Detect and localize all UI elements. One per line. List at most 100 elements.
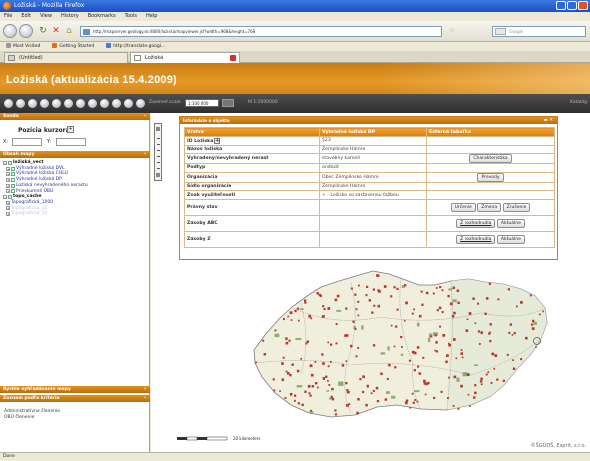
deposit-marker[interactable] bbox=[355, 308, 358, 311]
zoom-to-deposit-button[interactable]: + bbox=[214, 137, 221, 144]
menu-help[interactable]: Help bbox=[146, 12, 157, 21]
deposit-marker[interactable] bbox=[395, 325, 398, 328]
deposit-marker[interactable] bbox=[485, 373, 488, 376]
deposit-marker[interactable] bbox=[520, 301, 523, 304]
deposit-marker[interactable] bbox=[413, 369, 416, 372]
deposit-marker[interactable] bbox=[489, 323, 492, 326]
deposit-marker[interactable] bbox=[405, 301, 408, 305]
deposit-marker[interactable] bbox=[529, 294, 532, 297]
deposit-marker[interactable] bbox=[323, 307, 326, 311]
expand-icon[interactable]: + bbox=[6, 183, 10, 188]
deposit-marker[interactable] bbox=[466, 318, 469, 321]
deposit-marker[interactable] bbox=[304, 390, 307, 393]
deposit-marker[interactable] bbox=[345, 307, 348, 310]
y-coordinate-field[interactable] bbox=[56, 138, 86, 146]
deposit-marker[interactable] bbox=[354, 293, 357, 296]
determination-button[interactable]: Určenie bbox=[450, 202, 476, 212]
expand-icon[interactable]: + bbox=[6, 177, 10, 182]
deposit-marker[interactable] bbox=[282, 356, 285, 359]
deposit-marker[interactable] bbox=[446, 397, 449, 399]
characteristics-button[interactable]: Charakteristika bbox=[469, 154, 512, 163]
deposit-marker[interactable] bbox=[531, 319, 535, 323]
maximize-button[interactable] bbox=[567, 1, 577, 10]
deposit-marker[interactable] bbox=[310, 365, 313, 368]
deposit-marker[interactable] bbox=[384, 398, 388, 401]
deposit-marker[interactable] bbox=[491, 352, 495, 356]
deposit-marker[interactable] bbox=[255, 361, 257, 364]
deposit-marker[interactable] bbox=[294, 399, 296, 402]
deposit-marker[interactable] bbox=[453, 311, 456, 315]
layer-checkbox[interactable] bbox=[11, 172, 15, 177]
deposit-marker[interactable] bbox=[386, 377, 389, 380]
deposit-marker[interactable] bbox=[439, 325, 442, 328]
deposit-marker[interactable] bbox=[345, 360, 348, 363]
reserves-abc-current-button[interactable]: Aktuálne bbox=[496, 218, 525, 228]
deposit-marker[interactable] bbox=[451, 315, 455, 318]
deposit-marker[interactable] bbox=[400, 346, 403, 348]
deposit-marker[interactable] bbox=[331, 387, 334, 391]
layer-checkbox[interactable] bbox=[8, 160, 12, 165]
deposit-marker[interactable] bbox=[294, 394, 297, 397]
deposit-marker[interactable] bbox=[373, 304, 376, 307]
deposit-marker[interactable] bbox=[368, 299, 371, 302]
search-input[interactable]: Google bbox=[492, 26, 586, 37]
deposit-marker[interactable] bbox=[303, 299, 307, 302]
deposit-marker[interactable] bbox=[362, 375, 365, 379]
deposit-marker[interactable] bbox=[284, 397, 287, 399]
deposit-marker[interactable] bbox=[316, 292, 319, 295]
menu-history[interactable]: History bbox=[61, 12, 79, 21]
deposit-marker[interactable] bbox=[441, 289, 444, 292]
deposit-marker[interactable] bbox=[465, 329, 469, 332]
deposit-marker[interactable] bbox=[366, 285, 369, 289]
deposit-marker[interactable] bbox=[296, 307, 300, 310]
deposit-marker[interactable] bbox=[371, 311, 374, 314]
deposit-marker[interactable] bbox=[396, 308, 399, 311]
deposit-marker[interactable] bbox=[477, 330, 481, 333]
deposit-marker[interactable] bbox=[372, 288, 375, 291]
deposit-marker[interactable] bbox=[334, 298, 338, 302]
deposit-marker[interactable] bbox=[467, 393, 470, 396]
zoom-slider[interactable] bbox=[154, 123, 162, 181]
deposit-marker[interactable] bbox=[306, 340, 310, 344]
deposit-marker[interactable] bbox=[472, 396, 476, 399]
deposit-marker[interactable] bbox=[370, 392, 373, 395]
deposit-marker[interactable] bbox=[308, 314, 312, 318]
deposit-marker[interactable] bbox=[393, 345, 396, 348]
deposit-marker[interactable] bbox=[330, 395, 333, 398]
deposit-marker[interactable] bbox=[318, 293, 321, 297]
scale-select[interactable]: 1:100 000 bbox=[185, 99, 219, 107]
quick-search-header[interactable]: Rýchle vyhľadávanie mapy › bbox=[0, 386, 150, 393]
deposit-marker[interactable] bbox=[496, 378, 499, 381]
deposit-marker[interactable] bbox=[434, 334, 437, 337]
menu-edit[interactable]: Edit bbox=[21, 12, 31, 21]
deposit-marker[interactable] bbox=[447, 376, 450, 379]
deposit-marker[interactable] bbox=[310, 317, 313, 320]
back-button[interactable] bbox=[3, 24, 17, 38]
deposit-marker[interactable] bbox=[334, 409, 337, 412]
deposit-marker[interactable] bbox=[325, 375, 328, 378]
deposit-marker[interactable] bbox=[377, 289, 380, 292]
deposit-marker[interactable] bbox=[449, 302, 453, 306]
deposit-marker[interactable] bbox=[350, 344, 353, 348]
deposit-marker[interactable] bbox=[345, 381, 348, 385]
deposit-marker[interactable] bbox=[322, 377, 325, 380]
deposit-marker[interactable] bbox=[412, 401, 415, 404]
deposit-marker[interactable] bbox=[460, 352, 464, 355]
deposit-marker[interactable] bbox=[297, 319, 300, 322]
reserves-abc-decision-button[interactable]: Z rozhodnutia bbox=[456, 218, 496, 228]
deposit-marker[interactable] bbox=[538, 313, 541, 316]
deposit-marker[interactable] bbox=[474, 391, 477, 395]
deposit-marker[interactable] bbox=[345, 334, 349, 337]
x-coordinate-field[interactable] bbox=[12, 138, 42, 146]
deposit-marker[interactable] bbox=[433, 396, 436, 399]
deposit-marker[interactable] bbox=[452, 286, 456, 290]
clear-selection-icon[interactable] bbox=[124, 99, 133, 108]
deposit-marker[interactable] bbox=[289, 311, 293, 315]
deposit-marker[interactable] bbox=[513, 332, 516, 335]
zoom-out-knob[interactable] bbox=[156, 173, 160, 177]
menu-view[interactable]: View bbox=[40, 12, 52, 21]
expand-icon[interactable]: + bbox=[6, 212, 10, 217]
deposit-marker[interactable] bbox=[361, 390, 365, 394]
deposit-marker[interactable] bbox=[322, 362, 325, 365]
deposit-marker[interactable] bbox=[355, 355, 358, 358]
